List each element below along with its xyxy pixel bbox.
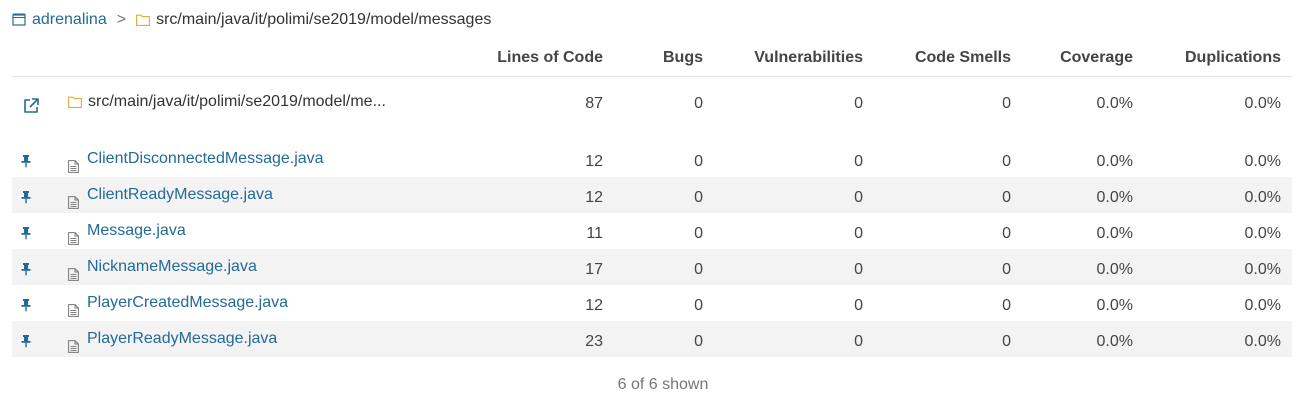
column-header-lines-of-code[interactable]: Lines of Code	[497, 49, 603, 67]
cell-duplications[interactable]: 0.0%	[1245, 177, 1281, 213]
folder-icon	[136, 14, 151, 26]
cell-coverage[interactable]: 0.0%	[1097, 249, 1133, 285]
table-row: NicknameMessage.java 17 0 0 0 0.0% 0.0%	[12, 249, 1292, 285]
cell-duplications[interactable]: 0.0%	[1245, 213, 1281, 249]
cell-duplications[interactable]: 0.0%	[1245, 321, 1281, 357]
cell-code-smells[interactable]: 0	[1002, 141, 1011, 177]
cell-code-smells[interactable]: 0	[1002, 213, 1011, 249]
file-link[interactable]: NicknameMessage.java	[87, 251, 257, 283]
cell-lines-of-code[interactable]: 12	[585, 141, 603, 177]
folder-coverage[interactable]: 0.0%	[1097, 95, 1133, 113]
file-name-cell: Message.java	[68, 213, 186, 249]
column-header-bugs[interactable]: Bugs	[663, 49, 703, 67]
pin-icon[interactable]	[20, 262, 32, 276]
table-header: Lines of Code Bugs Vulnerabilities Code …	[12, 40, 1292, 77]
breadcrumb-current-path: src/main/java/it/polimi/se2019/model/mes…	[156, 11, 492, 28]
pin-icon[interactable]	[20, 334, 32, 348]
cell-duplications[interactable]: 0.0%	[1245, 141, 1281, 177]
cell-vulnerabilities[interactable]: 0	[854, 213, 863, 249]
cell-lines-of-code[interactable]: 23	[585, 321, 603, 357]
folder-code-smells[interactable]: 0	[1002, 95, 1011, 113]
column-header-vulnerabilities[interactable]: Vulnerabilities	[754, 49, 863, 67]
file-icon	[68, 225, 79, 245]
file-name-cell: PlayerReadyMessage.java	[68, 321, 277, 357]
file-link[interactable]: ClientReadyMessage.java	[87, 179, 273, 211]
file-icon	[68, 153, 79, 173]
cell-code-smells[interactable]: 0	[1002, 249, 1011, 285]
external-link-icon[interactable]	[22, 97, 40, 115]
file-icon	[68, 297, 79, 317]
file-link[interactable]: PlayerReadyMessage.java	[87, 323, 277, 355]
folder-duplications[interactable]: 0.0%	[1245, 95, 1281, 113]
cell-bugs[interactable]: 0	[694, 285, 703, 321]
cell-vulnerabilities[interactable]: 0	[854, 177, 863, 213]
cell-coverage[interactable]: 0.0%	[1097, 177, 1133, 213]
column-header-duplications[interactable]: Duplications	[1185, 49, 1281, 67]
cell-duplications[interactable]: 0.0%	[1245, 249, 1281, 285]
cell-coverage[interactable]: 0.0%	[1097, 213, 1133, 249]
folder-lines-of-code[interactable]: 87	[585, 95, 603, 113]
cell-lines-of-code[interactable]: 17	[585, 249, 603, 285]
folder-icon	[68, 96, 82, 108]
file-list: ClientDisconnectedMessage.java 12 0 0 0 0.0% 0…	[12, 141, 1292, 357]
table-row: PlayerReadyMessage.java 23 0 0 0 0.0% 0.0%	[12, 321, 1292, 357]
cell-lines-of-code[interactable]: 11	[586, 213, 603, 249]
folder-path-label: src/main/java/it/polimi/se2019/model/me.…	[88, 93, 386, 110]
file-link[interactable]: Message.java	[87, 215, 186, 247]
breadcrumb-separator: >	[116, 11, 127, 28]
file-name-cell: PlayerCreatedMessage.java	[68, 285, 288, 321]
pin-icon[interactable]	[20, 154, 32, 168]
file-name-cell: ClientDisconnectedMessage.java	[68, 141, 324, 177]
column-header-code-smells[interactable]: Code Smells	[915, 49, 1011, 67]
breadcrumb-project-link[interactable]: adrenalina	[32, 11, 107, 29]
file-icon	[68, 333, 79, 353]
table-row: Message.java 11 0 0 0 0.0% 0.0%	[12, 213, 1292, 249]
folder-bugs[interactable]: 0	[694, 95, 703, 113]
measures-table: Lines of Code Bugs Vulnerabilities Code …	[12, 40, 1292, 357]
breadcrumb: adrenalina > src/main/java/it/polimi/se2…	[12, 8, 491, 32]
folder-name: src/main/java/it/polimi/se2019/model/me.…	[68, 93, 386, 111]
cell-code-smells[interactable]: 0	[1002, 177, 1011, 213]
table-row: ClientDisconnectedMessage.java 12 0 0 0 0.0% 0…	[12, 141, 1292, 177]
pin-icon[interactable]	[20, 226, 32, 240]
cell-code-smells[interactable]: 0	[1002, 321, 1011, 357]
cell-vulnerabilities[interactable]: 0	[854, 321, 863, 357]
cell-duplications[interactable]: 0.0%	[1245, 285, 1281, 321]
pin-icon[interactable]	[20, 190, 32, 204]
cell-lines-of-code[interactable]: 12	[585, 177, 603, 213]
cell-coverage[interactable]: 0.0%	[1097, 285, 1133, 321]
cell-bugs[interactable]: 0	[694, 213, 703, 249]
cell-vulnerabilities[interactable]: 0	[854, 141, 863, 177]
file-name-cell: ClientReadyMessage.java	[68, 177, 273, 213]
cell-vulnerabilities[interactable]: 0	[854, 285, 863, 321]
folder-summary-row: src/main/java/it/polimi/se2019/model/me.…	[12, 77, 1292, 141]
cell-bugs[interactable]: 0	[694, 177, 703, 213]
table-row: ClientReadyMessage.java 12 0 0 0 0.0% 0.0%	[12, 177, 1292, 213]
cell-lines-of-code[interactable]: 12	[585, 285, 603, 321]
table-row: PlayerCreatedMessage.java 12 0 0 0 0.0% 0.0%	[12, 285, 1292, 321]
cell-bugs[interactable]: 0	[694, 321, 703, 357]
project-icon	[12, 13, 26, 26]
file-icon	[68, 261, 79, 281]
folder-vulnerabilities[interactable]: 0	[854, 95, 863, 113]
cell-code-smells[interactable]: 0	[1002, 285, 1011, 321]
shown-count: 6 of 6 shown	[617, 376, 709, 393]
cell-coverage[interactable]: 0.0%	[1097, 321, 1133, 357]
cell-bugs[interactable]: 0	[694, 249, 703, 285]
pin-icon[interactable]	[20, 298, 32, 312]
file-link[interactable]: PlayerCreatedMessage.java	[87, 287, 288, 319]
cell-vulnerabilities[interactable]: 0	[854, 249, 863, 285]
file-name-cell: NicknameMessage.java	[68, 249, 257, 285]
cell-bugs[interactable]: 0	[694, 141, 703, 177]
cell-coverage[interactable]: 0.0%	[1097, 141, 1133, 177]
column-header-coverage[interactable]: Coverage	[1060, 49, 1133, 67]
file-icon	[68, 189, 79, 209]
file-link[interactable]: ClientDisconnectedMessage.java	[87, 143, 324, 175]
